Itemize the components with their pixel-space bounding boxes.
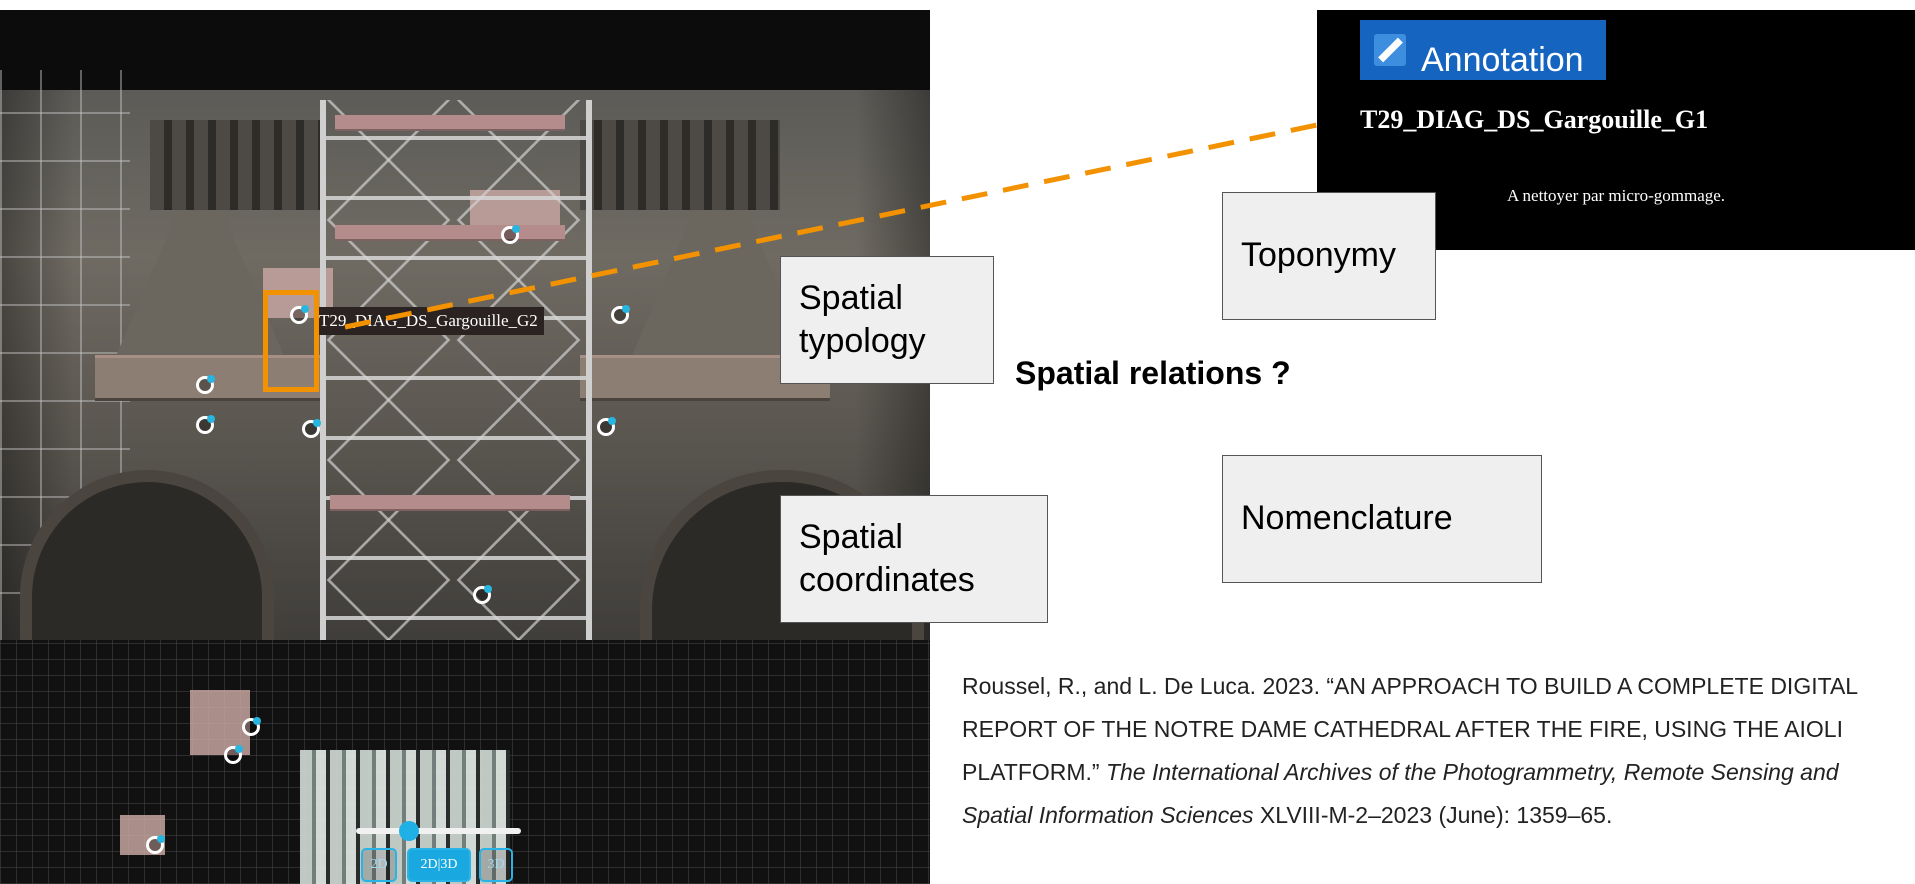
annotation-marker[interactable] <box>611 305 630 324</box>
annotation-marker[interactable] <box>501 225 520 244</box>
popup-title: Annotation <box>1421 41 1584 79</box>
annotation-marker[interactable] <box>224 745 243 764</box>
mode-2d-button[interactable]: 2D <box>361 848 397 882</box>
mode-3d-button[interactable]: 3D <box>479 848 513 882</box>
scaffold-plank <box>330 495 570 511</box>
annotation-marker[interactable] <box>196 375 215 394</box>
scaffold-plank <box>335 225 565 241</box>
scaffold-plank <box>335 115 565 131</box>
view-slider-track[interactable] <box>356 828 521 834</box>
annotation-marker[interactable] <box>196 415 215 434</box>
view-slider-handle[interactable] <box>399 821 419 841</box>
mode-2d3d-button[interactable]: 2D|3D <box>407 848 471 882</box>
annotation-marker[interactable] <box>302 419 321 438</box>
3d-viewer[interactable]: T29_DIAG_DS_Gargouille_G2 2D 2D|3D 3D <box>0 10 930 884</box>
annotation-label[interactable]: T29_DIAG_DS_Gargouille_G2 <box>315 307 544 335</box>
spatial-coordinates-box: Spatial coordinates <box>780 495 1048 623</box>
gallery-right <box>580 120 780 210</box>
gallery-left <box>150 120 320 210</box>
viewer-background <box>0 10 930 90</box>
annotation-marker[interactable] <box>473 585 492 604</box>
nomenclature-box: Nomenclature <box>1222 455 1542 583</box>
toponymy-box: Toponymy <box>1222 192 1436 320</box>
spatial-relations-heading: Spatial relations ? <box>1015 355 1291 391</box>
popup-header: Annotation <box>1360 20 1606 80</box>
annotation-marker[interactable] <box>242 717 261 736</box>
selected-element-highlight <box>263 290 319 392</box>
annotation-name: T29_DIAG_DS_Gargouille_G1 <box>1360 105 1709 134</box>
annotation-marker[interactable] <box>146 835 165 854</box>
pencil-icon <box>1374 34 1406 66</box>
citation-volume: XLVIII-M-2–2023 (June): 1359–65. <box>1253 802 1613 828</box>
spatial-typology-box: Spatial typology <box>780 256 994 384</box>
annotation-marker[interactable] <box>597 417 616 436</box>
citation: Roussel, R., and L. De Luca. 2023. “AN A… <box>962 665 1902 837</box>
